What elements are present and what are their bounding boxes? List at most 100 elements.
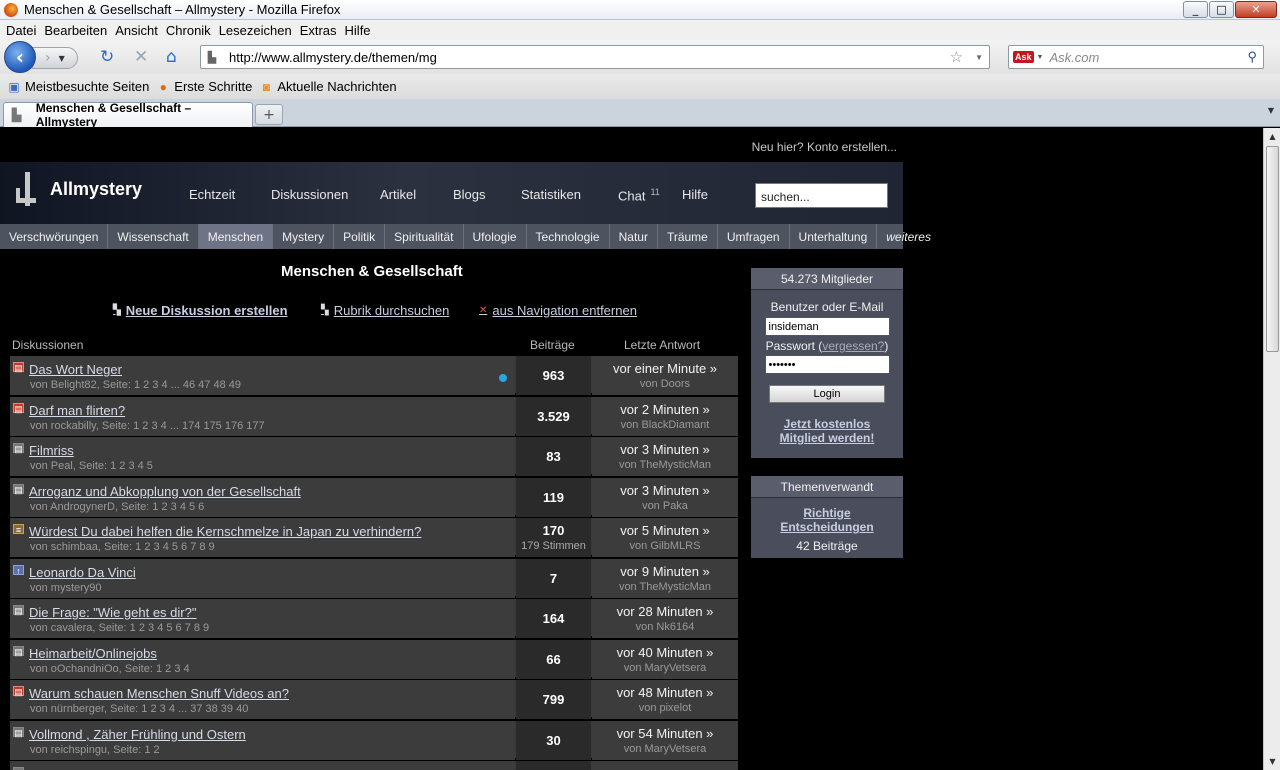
minimize-button[interactable]: _ (1183, 1, 1208, 18)
thread-row[interactable]: ▤ Arroganz und Abkopplung von der Gesells… (10, 477, 738, 517)
engine-dropdown-icon[interactable]: ▼ (1037, 54, 1044, 61)
ask-engine-icon[interactable]: Ask (1013, 51, 1034, 63)
cat-natur[interactable]: Natur (610, 224, 658, 249)
thread-title-link[interactable]: Die Frage: "Wie geht es dir?" (29, 605, 196, 620)
thread-title-link[interactable]: Filmriss (29, 443, 74, 458)
thread-title-link[interactable]: Heimarbeit/Onlinejobs (29, 646, 157, 661)
vertical-scrollbar[interactable]: ▲ ▼ (1263, 128, 1280, 770)
stop-icon[interactable]: ✕ (134, 49, 148, 66)
menu-chronik[interactable]: Chronik (166, 23, 211, 38)
forgot-password-link[interactable]: vergessen? (822, 339, 884, 353)
login-button[interactable]: Login (769, 385, 885, 403)
url-bar[interactable]: ▙ http://www.allmystery.de/themen/mg ☆ ▼ (200, 45, 990, 69)
remove-navigation-link[interactable]: ✕ aus Navigation entfernen (479, 303, 637, 318)
last-reply-link[interactable]: vor 3 Minuten » (620, 483, 710, 498)
cat-weiteres[interactable]: weiteres (877, 224, 940, 249)
cat-umfragen[interactable]: Umfragen (718, 224, 790, 249)
last-reply-link[interactable]: vor 3 Minuten » (620, 442, 710, 457)
thread-row[interactable]: ▤ vor 55 Minuten » (10, 761, 738, 770)
cat-traeume[interactable]: Träume (658, 224, 718, 249)
menu-hilfe[interactable]: Hilfe (345, 23, 371, 38)
search-icon[interactable]: ⚲ (1247, 49, 1257, 65)
register-button[interactable]: Jetzt kostenlos Mitglied werden! (751, 417, 903, 445)
back-button[interactable]: ‹ (4, 41, 36, 73)
url-text[interactable]: http://www.allmystery.de/themen/mg (229, 50, 950, 65)
forward-button[interactable]: › ▼ (32, 47, 78, 69)
close-button[interactable]: ✕ (1235, 1, 1277, 18)
cat-ufologie[interactable]: Ufologie (464, 224, 527, 249)
url-dropdown-icon[interactable]: ▼ (975, 53, 983, 62)
last-reply-link[interactable]: vor 54 Minuten » (617, 726, 714, 741)
scroll-up-icon[interactable]: ▲ (1264, 128, 1280, 145)
cat-spiritualitaet[interactable]: Spiritualität (385, 224, 464, 249)
new-discussion-link[interactable]: ▚ Neue Diskussion erstellen (113, 303, 288, 318)
thread-row[interactable]: ▤ Heimarbeit/Onlinejobs von oOchandniOo, S… (10, 639, 738, 679)
cat-menschen[interactable]: Menschen (198, 224, 274, 249)
cat-verschwoerungen[interactable]: Verschwörungen (0, 224, 109, 249)
cat-wissenschaft[interactable]: Wissenschaft (108, 224, 199, 249)
home-icon[interactable]: ⌂ (166, 49, 177, 66)
thread-title-link[interactable]: Das Wort Neger (29, 362, 122, 377)
thread-row[interactable]: ▤ Darf man flirten? von rockabilly, Seite:… (10, 396, 738, 436)
site-identity-icon[interactable]: ▙ (201, 51, 223, 64)
search-bar[interactable]: Ask ▼ Ask.com ⚲ (1008, 45, 1264, 69)
tab-list-icon[interactable]: ▼ (1268, 106, 1274, 115)
maximize-button[interactable]: □ (1209, 1, 1234, 18)
bookmark-aktuelle-nachrichten[interactable]: ◙ Aktuelle Nachrichten (258, 79, 397, 94)
new-tab-button[interactable]: + (255, 104, 283, 125)
thread-title-link[interactable]: Leonardo Da Vinci (29, 565, 136, 580)
bookmark-star-icon[interactable]: ☆ (950, 48, 963, 66)
last-reply-link[interactable]: vor 40 Minuten » (617, 645, 714, 660)
last-reply-link[interactable]: vor 2 Minuten » (620, 402, 710, 417)
last-reply-link[interactable]: vor 9 Minuten » (620, 564, 710, 579)
scroll-down-icon[interactable]: ▼ (1264, 753, 1280, 770)
history-dropdown-icon[interactable]: ▼ (59, 54, 65, 63)
nav-artikel[interactable]: Artikel (380, 187, 416, 202)
menu-bearbeiten[interactable]: Bearbeiten (44, 23, 107, 38)
search-category-link[interactable]: ▚ Rubrik durchsuchen (321, 303, 449, 318)
last-reply-link[interactable]: vor 5 Minuten » (620, 523, 710, 538)
nav-echtzeit[interactable]: Echtzeit (189, 187, 235, 202)
site-logo[interactable]: Allmystery (14, 172, 142, 206)
nav-chat[interactable]: Chat 11 (618, 187, 660, 203)
bookmark-meistbesuchte[interactable]: ▣ Meistbesuchte Seiten (6, 79, 149, 94)
nav-diskussionen[interactable]: Diskussionen (271, 187, 348, 202)
cat-unterhaltung[interactable]: Unterhaltung (790, 224, 878, 249)
thread-title-link[interactable]: Darf man flirten? (29, 403, 125, 418)
register-link[interactable]: Neu hier? Konto erstellen... (752, 140, 897, 154)
menu-lesezeichen[interactable]: Lesezeichen (219, 23, 292, 38)
thread-row[interactable]: ▤ Das Wort Neger von Belight82, Seite: 1 2… (10, 356, 738, 395)
thread-row[interactable]: ▤ Warum schauen Menschen Snuff Videos an?… (10, 680, 738, 719)
thread-meta: von oOchandniOo, Seite: 1 2 3 4 (30, 662, 190, 675)
last-reply-link[interactable]: vor 48 Minuten » (617, 685, 714, 700)
scroll-thumb[interactable] (1266, 146, 1279, 352)
thread-title-link[interactable]: Vollmond , Zäher Frühling und Ostern (29, 727, 246, 742)
nav-statistiken[interactable]: Statistiken (521, 187, 581, 202)
thread-row[interactable]: ▤ Filmriss von Peal, Seite: 1 2 3 4 5 83 vor… (10, 437, 738, 476)
nav-blogs[interactable]: Blogs (453, 187, 486, 202)
menu-datei[interactable]: Datei (6, 23, 36, 38)
thread-title-link[interactable]: Würdest Du dabei helfen die Kernschmelze… (29, 524, 421, 539)
thread-row[interactable]: ▤ Vollmond , Zäher Frühling und Ostern von… (10, 720, 738, 760)
cat-mystery[interactable]: Mystery (273, 224, 335, 249)
last-reply-link[interactable]: vor einer Minute » (613, 361, 717, 376)
thread-title-link[interactable]: Warum schauen Menschen Snuff Videos an? (29, 686, 289, 701)
site-search-input[interactable]: suchen... (755, 183, 888, 208)
thread-row[interactable]: ↑ Leonardo Da Vinci von mystery90 7 vor 9 Mi… (10, 558, 738, 598)
search-input[interactable]: Ask.com (1049, 50, 1247, 65)
thread-row[interactable]: ≡ Würdest Du dabei helfen die Kernschmelz… (10, 518, 738, 557)
cat-technologie[interactable]: Technologie (527, 224, 610, 249)
menu-extras[interactable]: Extras (300, 23, 337, 38)
password-field[interactable] (764, 355, 890, 374)
thread-title-link[interactable]: Arroganz und Abkopplung von der Gesellsc… (29, 484, 301, 499)
nav-hilfe[interactable]: Hilfe (682, 187, 708, 202)
last-reply-link[interactable]: vor 28 Minuten » (617, 604, 714, 619)
username-field[interactable] (764, 317, 890, 336)
menu-ansicht[interactable]: Ansicht (115, 23, 158, 38)
reload-icon[interactable]: ↻ (100, 49, 114, 66)
cat-politik[interactable]: Politik (334, 224, 386, 249)
related-link[interactable]: Richtige Entscheidungen (751, 506, 903, 534)
bookmark-erste-schritte[interactable]: ● Erste Schritte (155, 79, 253, 94)
tab-allmystery[interactable]: ▙ Menschen & Gesellschaft – Allmystery (3, 101, 253, 129)
thread-row[interactable]: ▤ Die Frage: "Wie geht es dir?" von cavale… (10, 599, 738, 638)
